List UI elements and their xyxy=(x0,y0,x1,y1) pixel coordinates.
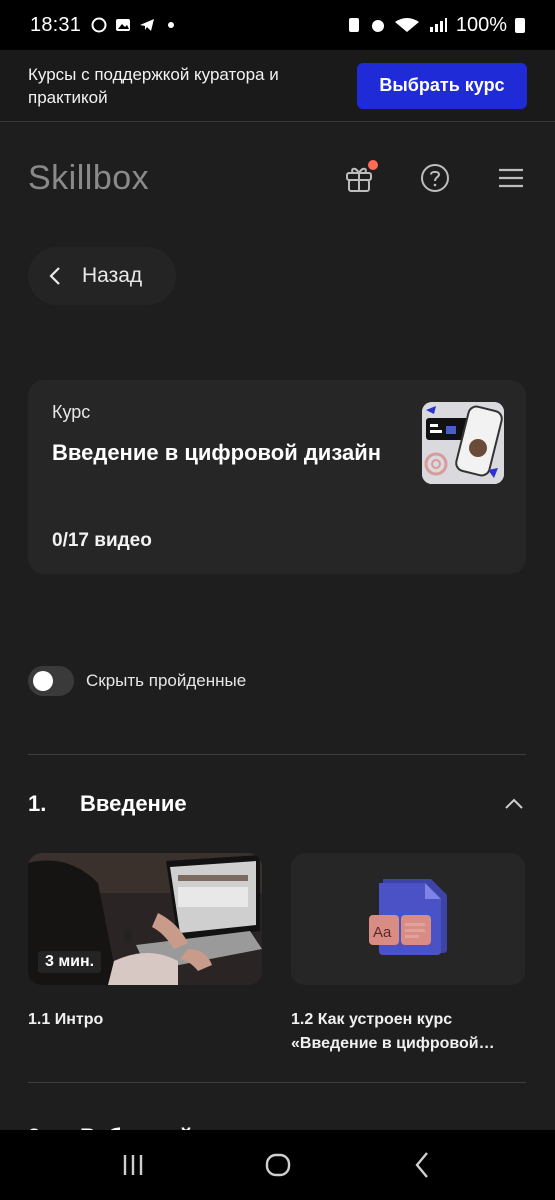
divider xyxy=(28,754,526,755)
dot-icon xyxy=(168,22,175,28)
wifi-icon xyxy=(394,18,419,32)
back-button[interactable]: Назад xyxy=(28,247,176,305)
hide-completed-toggle[interactable] xyxy=(28,666,74,696)
course-progress: 0/17 видео xyxy=(52,530,152,551)
signal-icon xyxy=(429,18,447,32)
chat-icon xyxy=(91,17,107,33)
home-icon[interactable] xyxy=(260,1147,296,1183)
choose-course-button[interactable]: Выбрать курс xyxy=(357,62,527,109)
hide-completed-label: Скрыть пройденные xyxy=(86,671,247,690)
site-header: Skillbox xyxy=(0,123,555,233)
header-actions xyxy=(343,160,527,194)
video-thumbnail: Aa xyxy=(291,853,525,985)
recents-icon[interactable] xyxy=(115,1147,151,1183)
gift-icon[interactable] xyxy=(343,160,378,194)
status-time: 18:31 xyxy=(30,13,82,36)
section-header-1[interactable]: 1. Введение xyxy=(28,782,526,826)
chevron-up-icon xyxy=(505,798,523,809)
battery-icon xyxy=(515,18,525,33)
course-thumbnail xyxy=(422,402,504,484)
notification-icons xyxy=(91,17,179,33)
course-card: Курс Введение в цифровой дизайн 0/17 вид… xyxy=(28,380,526,574)
hide-completed-row: Скрыть пройденные xyxy=(28,666,246,696)
system-icons: 100% xyxy=(346,14,525,37)
section-number: 1. xyxy=(28,791,47,816)
video-title-course-structure[interactable]: 1.2 Как устроен курс «Введение в цифрово… xyxy=(291,1008,525,1056)
alarm-icon xyxy=(371,20,384,32)
status-bar: 18:31 100% xyxy=(0,0,555,50)
promo-banner: Курсы с поддержкой куратора и практикой … xyxy=(0,50,555,122)
video-title-intro[interactable]: 1.1 Интро xyxy=(28,1008,262,1032)
section-title: Введение xyxy=(80,791,187,816)
course-title: Введение в цифровой дизайн xyxy=(52,440,382,465)
skillbox-logo[interactable]: Skillbox xyxy=(28,159,149,198)
image-icon xyxy=(116,19,131,31)
back-icon[interactable] xyxy=(405,1147,441,1183)
telegram-icon xyxy=(140,19,155,31)
battery-percentage: 100% xyxy=(455,13,507,36)
battery-saver-icon xyxy=(348,18,359,32)
chevron-left-icon xyxy=(49,267,60,285)
menu-icon[interactable] xyxy=(495,162,527,194)
divider xyxy=(28,1082,526,1083)
course-kind: Курс xyxy=(52,402,91,422)
toggle-knob xyxy=(33,671,53,691)
svg-text:Aa: Aa xyxy=(373,924,392,941)
promo-text: Курсы с поддержкой куратора и практикой xyxy=(28,64,279,107)
system-navigation-bar xyxy=(0,1130,555,1200)
notification-dot xyxy=(368,160,378,170)
help-icon[interactable] xyxy=(419,162,451,194)
back-button-label: Назад xyxy=(82,264,143,287)
video-card-course-structure[interactable]: Aa xyxy=(291,853,525,985)
video-card-intro[interactable]: 3 мин. xyxy=(28,853,262,985)
video-duration: 3 мин. xyxy=(38,951,102,973)
